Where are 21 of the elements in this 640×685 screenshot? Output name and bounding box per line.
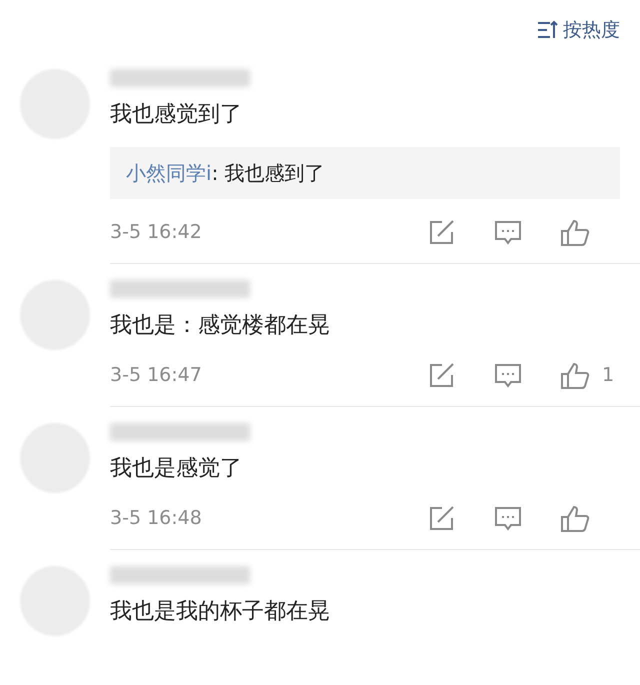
comment-text: 我也是：感觉楼都在晃 [110, 312, 331, 340]
like-count: 1 [602, 363, 614, 388]
comment-text: 我也是我的杯子都在晃 [110, 598, 331, 626]
comment-time: 3-5 16:42 [110, 220, 203, 246]
reply-author-link[interactable]: 小然同学i [126, 160, 212, 184]
comment-icon[interactable] [494, 220, 522, 246]
thumbs-up-icon[interactable] [560, 218, 590, 246]
comment-text: 我也是感觉了 [110, 454, 243, 482]
thumbs-up-icon[interactable] [560, 504, 590, 532]
sort-icon [537, 20, 559, 40]
comment-icon[interactable] [494, 362, 522, 388]
edit-icon[interactable] [428, 362, 456, 388]
edit-icon[interactable] [428, 220, 456, 246]
thumbs-up-icon[interactable] [560, 362, 590, 390]
comment-time: 3-5 16:48 [110, 506, 203, 532]
comment-icon[interactable] [494, 506, 522, 532]
reply-text: : 我也感到了 [212, 160, 325, 184]
comment-text: 我也感觉到了 [110, 100, 243, 128]
sort-button[interactable]: 按热度 [537, 16, 620, 44]
edit-icon[interactable] [428, 506, 456, 532]
comment-time: 3-5 16:47 [110, 363, 203, 388]
